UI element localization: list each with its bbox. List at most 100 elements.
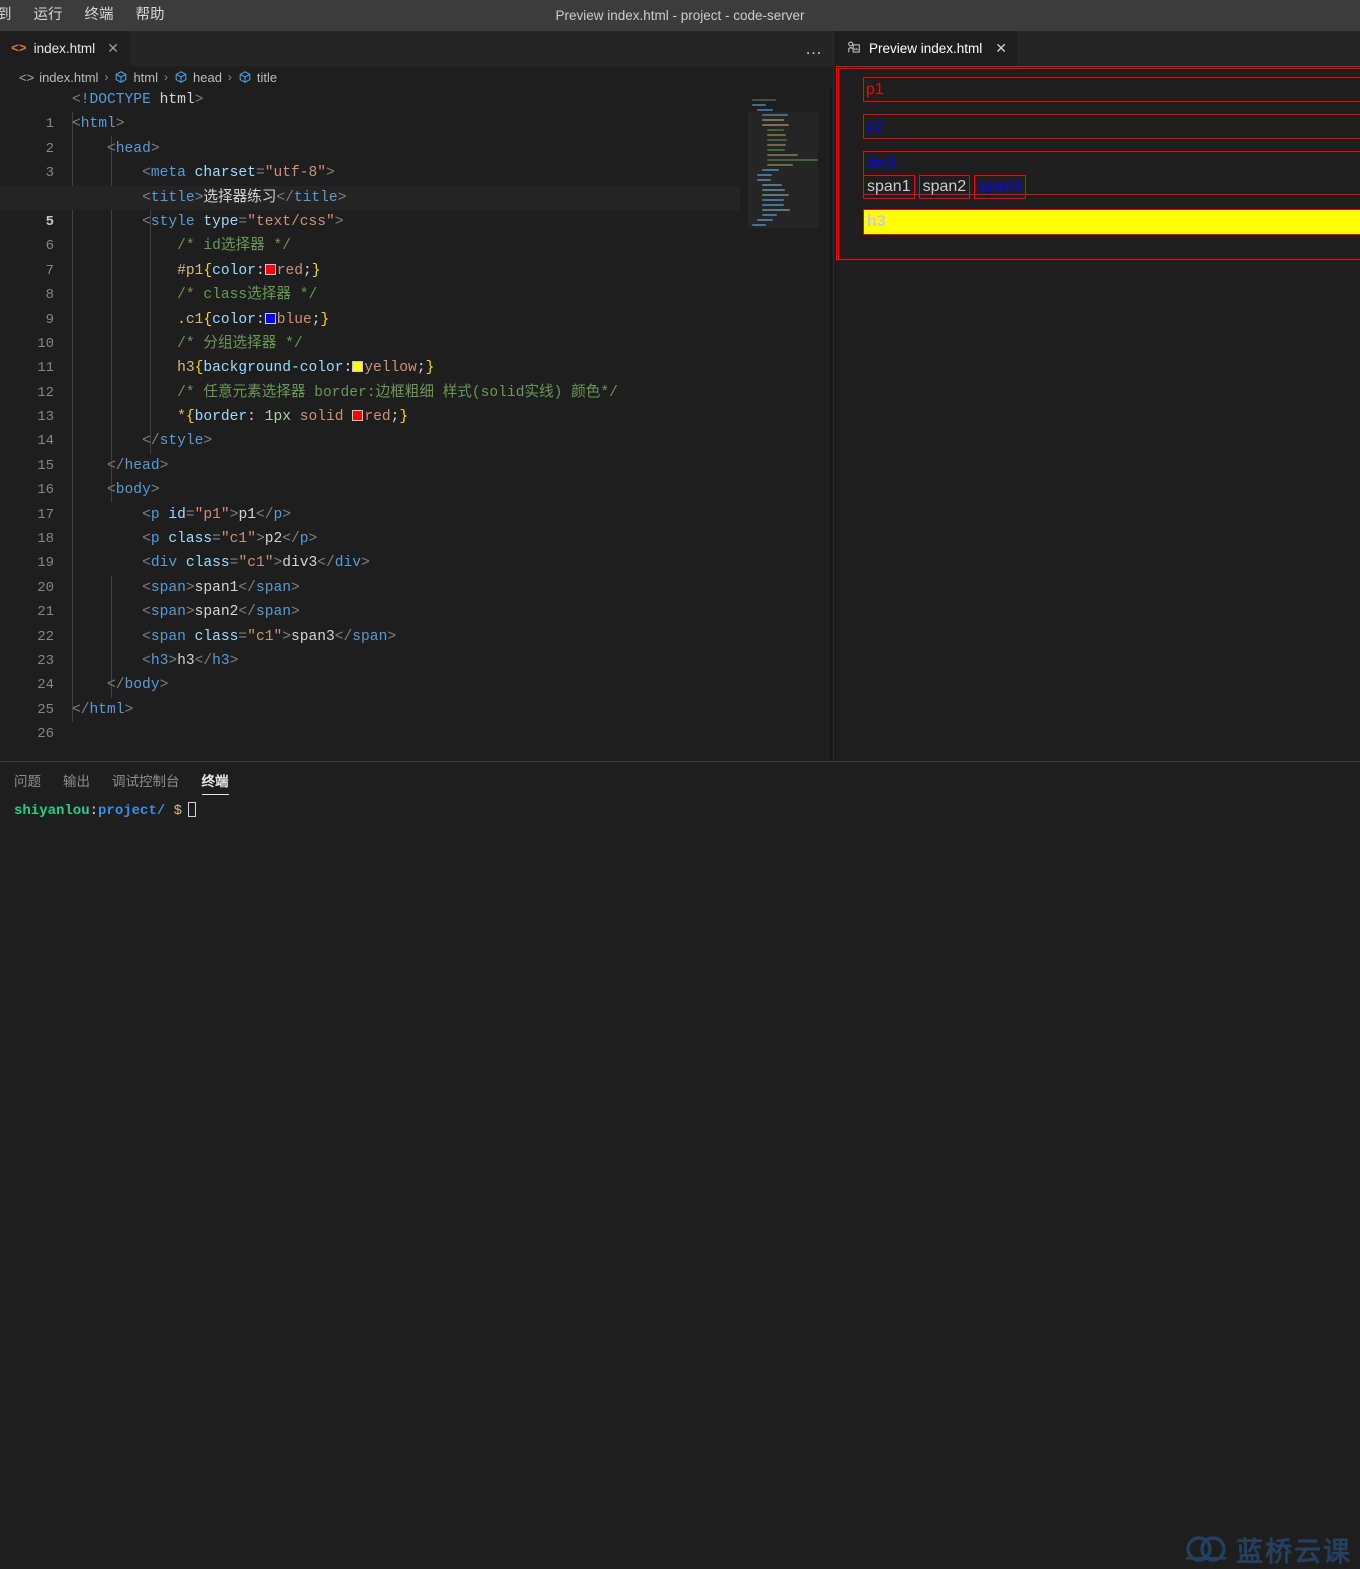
preview-icon xyxy=(846,40,861,58)
rendered-h3: h3 xyxy=(863,209,1360,235)
code-line[interactable]: 3 <head> xyxy=(0,137,740,161)
code-lines: 1 <!DOCTYPE html> 2 <html> 3 <head> 4 <m… xyxy=(0,88,740,761)
code-line[interactable]: 15 </style> xyxy=(0,429,740,453)
lanqiao-logo-icon xyxy=(1184,1533,1228,1567)
line-content: /* 任意元素选择器 border:边框粗细 样式(solid实线) 颜色*/ xyxy=(72,381,618,405)
terminal-user: shiyanlou xyxy=(14,803,90,819)
tab-index-html[interactable]: <> index.html ✕ xyxy=(0,31,131,66)
code-line[interactable]: 14 *{border: 1px solid red;} xyxy=(0,405,740,429)
menu-item-terminal[interactable]: 终端 xyxy=(74,3,125,28)
code-line[interactable]: 19 <p class="c1">p2</p> xyxy=(0,527,740,551)
html-file-icon: <> xyxy=(11,41,27,56)
rendered-p2: p2 xyxy=(863,114,1360,139)
menu-item-run[interactable]: 运行 xyxy=(23,3,74,28)
code-line[interactable]: 1 <!DOCTYPE html> xyxy=(0,88,740,112)
rendered-p1: p1 xyxy=(863,77,1360,102)
symbol-field-icon xyxy=(114,70,128,84)
panel-tab-terminal[interactable]: 终端 xyxy=(202,770,229,795)
title-bar: 到 运行 终端 帮助 Preview index.html - project … xyxy=(0,0,1360,31)
rendered-html-element: p1 p2 div3 span1 span2 span3 h3 xyxy=(836,66,1360,260)
code-line[interactable]: 20 <div class="c1">div3</div> xyxy=(0,551,740,575)
tab-label: index.html xyxy=(34,41,96,56)
bottom-panel: 问题 输出 调试控制台 终端 shiyanlou:project/ $ 蓝桥云课 xyxy=(0,761,1360,821)
code-line[interactable]: 8 #p1{color:red;} xyxy=(0,259,740,283)
code-line[interactable]: 26 </html> xyxy=(0,698,740,722)
panel-tab-debug-console[interactable]: 调试控制台 xyxy=(112,770,180,795)
code-line[interactable]: 18 <p id="p1">p1</p> xyxy=(0,503,740,527)
line-content: </html> xyxy=(72,698,133,722)
menu-item-goto[interactable]: 到 xyxy=(0,3,23,28)
code-line[interactable]: 25 </body> xyxy=(0,673,740,697)
html-file-icon: <> xyxy=(19,70,34,85)
code-line[interactable]: 6 <style type="text/css"> xyxy=(0,210,740,234)
code-line[interactable]: 10 .c1{color:blue;} xyxy=(0,308,740,332)
breadcrumb-label: index.html xyxy=(39,70,98,85)
color-swatch-red xyxy=(352,410,363,421)
code-line[interactable]: 16 </head> xyxy=(0,454,740,478)
editor-tab-bar: <> index.html ✕ … xyxy=(0,31,833,66)
menu-item-help[interactable]: 帮助 xyxy=(125,3,176,28)
editor-group: <> index.html ✕ … <> index.html › html ›… xyxy=(0,31,833,761)
code-editor[interactable]: 1 <!DOCTYPE html> 2 <html> 3 <head> 4 <m… xyxy=(0,88,833,761)
breadcrumb-item-title[interactable]: title xyxy=(238,70,277,85)
line-number: 26 xyxy=(0,722,54,746)
code-line[interactable]: 4 <meta charset="utf-8"> xyxy=(0,161,740,185)
terminal-path: project/ xyxy=(98,803,165,819)
editor-more-actions-button[interactable]: … xyxy=(805,31,823,66)
breadcrumb: <> index.html › html › head › title xyxy=(0,66,833,88)
line-content: <style type="text/css"> xyxy=(72,210,344,234)
close-icon[interactable]: ✕ xyxy=(995,40,1007,57)
line-content: .c1{color:blue;} xyxy=(72,308,329,332)
preview-tab-bar: Preview index.html ✕ xyxy=(834,31,1360,66)
line-content: <title>选择器练习</title> xyxy=(72,186,346,210)
code-line[interactable]: 23 <span class="c1">span3</span> xyxy=(0,625,740,649)
menu-bar: 到 运行 终端 帮助 xyxy=(0,0,176,31)
preview-pane: Preview index.html ✕ p1 p2 div3 span1 sp… xyxy=(833,31,1360,761)
watermark: 蓝桥云课 xyxy=(1184,1530,1352,1569)
rendered-span3: span3 xyxy=(974,175,1026,199)
tab-preview-index-html[interactable]: Preview index.html ✕ xyxy=(834,31,1017,66)
line-content: *{border: 1px solid red;} xyxy=(72,405,408,429)
line-content: </head> xyxy=(72,454,168,478)
breadcrumb-item-head[interactable]: head xyxy=(174,70,222,85)
breadcrumb-item-file[interactable]: <> index.html xyxy=(19,70,98,85)
breadcrumb-separator: › xyxy=(104,70,108,84)
terminal-prompt: $ xyxy=(174,803,182,819)
code-line[interactable]: 2 <html> xyxy=(0,112,740,136)
line-content: </style> xyxy=(72,429,212,453)
color-swatch-blue xyxy=(265,313,276,324)
line-content: <head> xyxy=(72,137,160,161)
code-line[interactable]: 7 /* id选择器 */ xyxy=(0,234,740,258)
symbol-field-icon xyxy=(174,70,188,84)
code-line[interactable]: 17 <body> xyxy=(0,478,740,502)
terminal-output[interactable]: shiyanlou:project/ $ xyxy=(14,802,196,820)
preview-tab-label: Preview index.html xyxy=(869,41,982,56)
terminal-cursor xyxy=(188,802,196,817)
watermark-text: 蓝桥云课 xyxy=(1236,1530,1352,1569)
minimap-slider[interactable] xyxy=(748,112,818,228)
breadcrumb-item-html[interactable]: html xyxy=(114,70,158,85)
code-line-active[interactable]: 5 <title>选择器练习</title> xyxy=(0,186,740,210)
line-content: <!DOCTYPE html> xyxy=(72,88,203,112)
line-content: /* id选择器 */ xyxy=(72,234,291,258)
code-line[interactable]: 22 <span>span2</span> xyxy=(0,600,740,624)
code-line[interactable]: 24 <h3>h3</h3> xyxy=(0,649,740,673)
line-content: <div class="c1">div3</div> xyxy=(72,551,370,575)
code-line[interactable]: 13 /* 任意元素选择器 border:边框粗细 样式(solid实线) 颜色… xyxy=(0,381,740,405)
close-icon[interactable]: ✕ xyxy=(106,40,120,57)
panel-tab-output[interactable]: 输出 xyxy=(63,770,90,795)
rendered-span1: span1 xyxy=(863,175,915,199)
code-line[interactable]: 12 h3{background-color:yellow;} xyxy=(0,356,740,380)
line-content: <meta charset="utf-8"> xyxy=(72,161,335,185)
panel-tab-problems[interactable]: 问题 xyxy=(14,770,41,795)
line-content: <span>span2</span> xyxy=(72,600,300,624)
code-line[interactable]: 9 /* class选择器 */ xyxy=(0,283,740,307)
line-content: /* class选择器 */ xyxy=(72,283,317,307)
line-content: <p id="p1">p1</p> xyxy=(72,503,291,527)
line-content: <span>span1</span> xyxy=(72,576,300,600)
breadcrumb-separator: › xyxy=(164,70,168,84)
code-line[interactable]: 21 <span>span1</span> xyxy=(0,576,740,600)
preview-iframe[interactable]: p1 p2 div3 span1 span2 span3 h3 xyxy=(836,66,1360,761)
code-line[interactable]: 11 /* 分组选择器 */ xyxy=(0,332,740,356)
line-content: /* 分组选择器 */ xyxy=(72,332,303,356)
